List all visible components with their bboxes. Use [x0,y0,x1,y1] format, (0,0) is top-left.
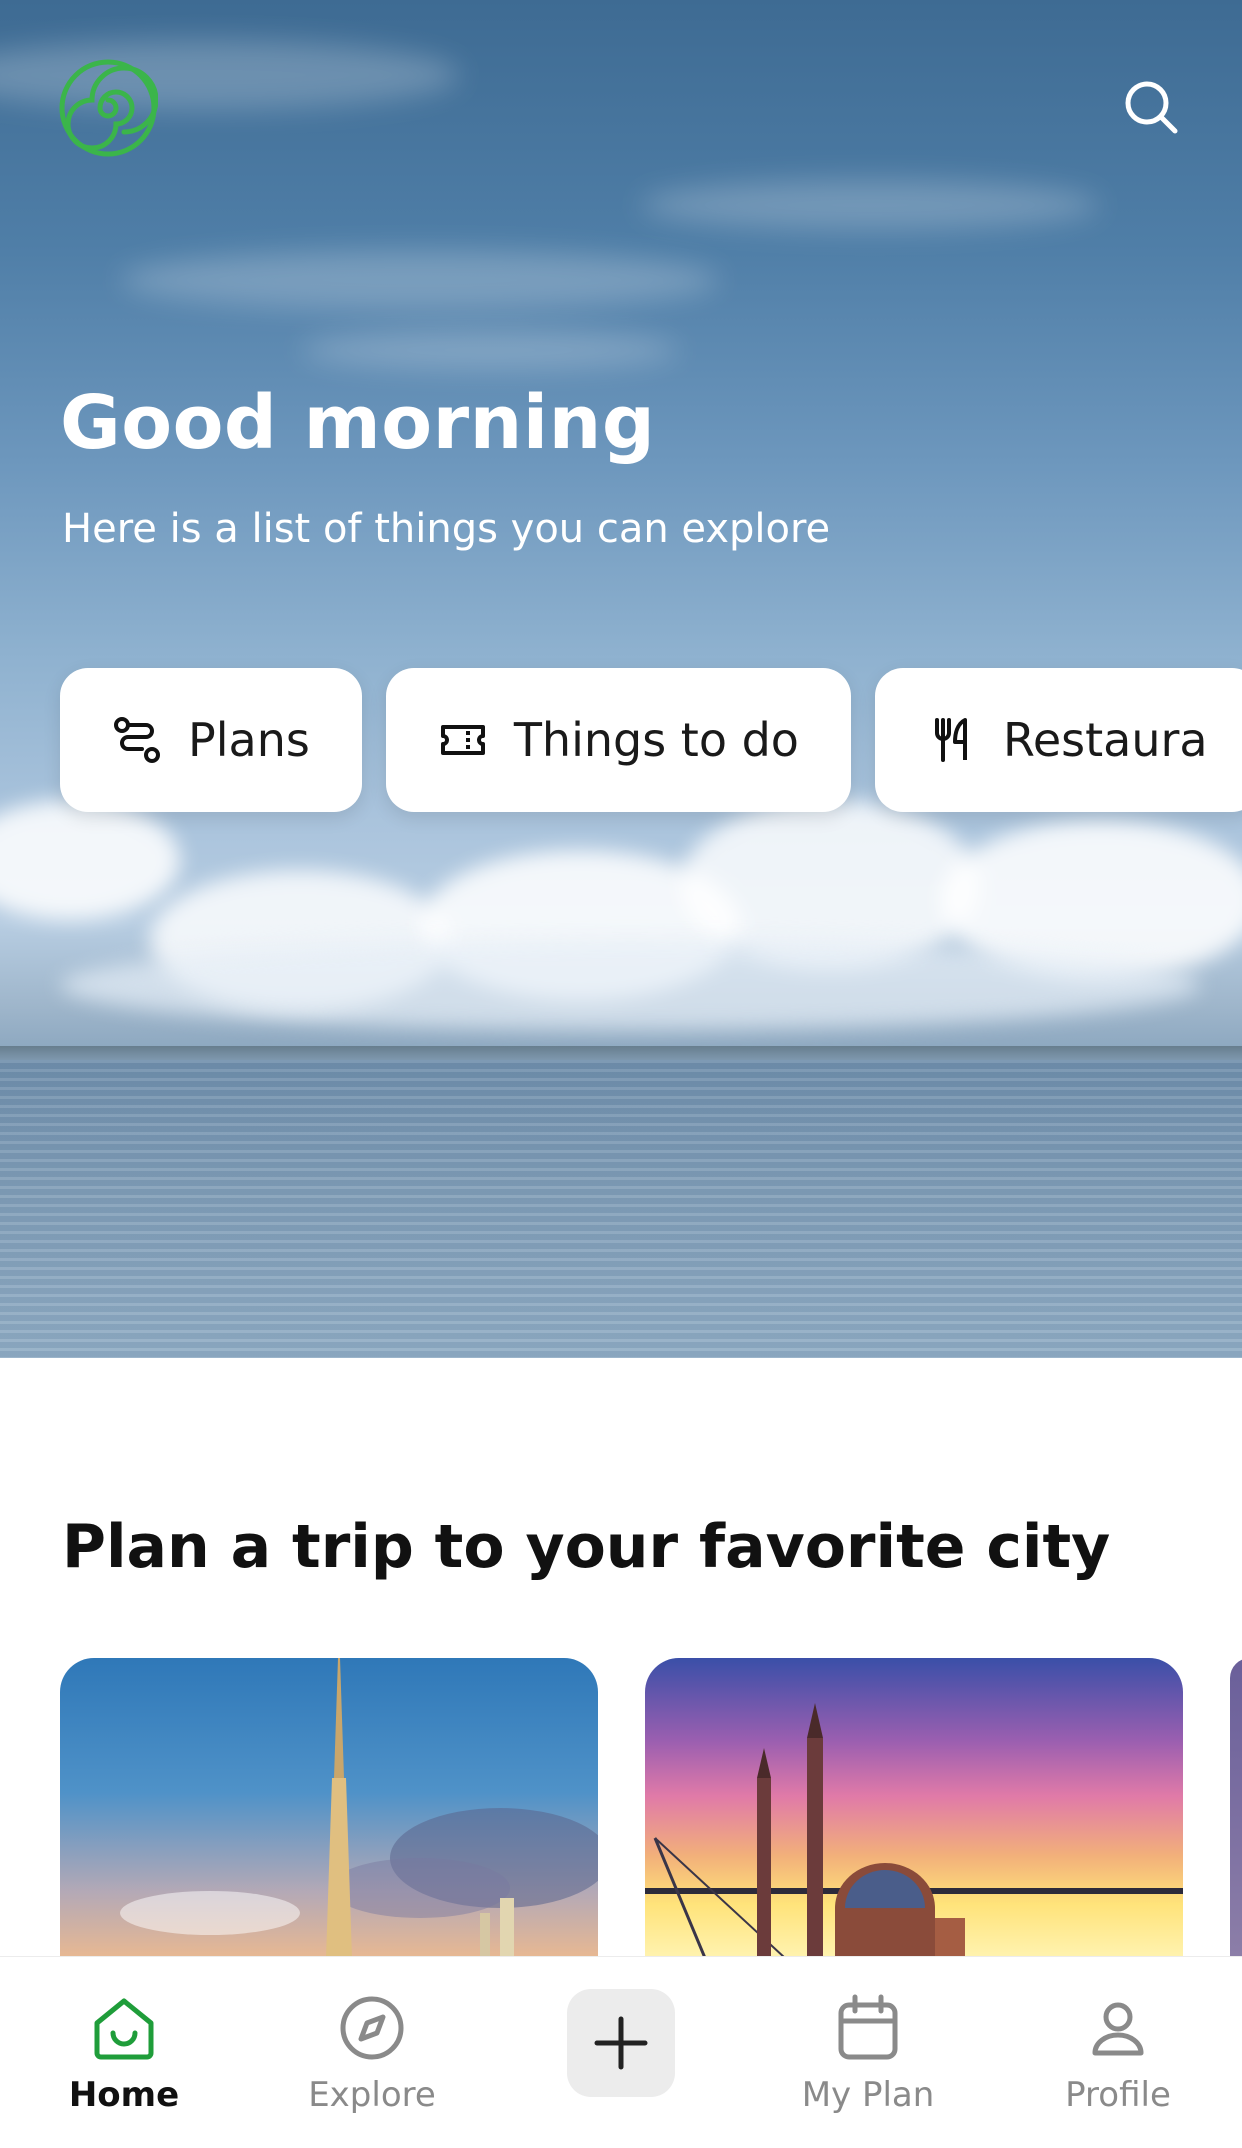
chip-label: Plans [188,713,310,767]
ticket-icon [440,725,485,755]
greeting-subtitle: Here is a list of things you can explore [62,506,831,552]
nav-my-plan[interactable]: My Plan [768,1993,968,2115]
compass-icon [340,1996,404,2060]
add-button[interactable] [567,1989,675,2097]
nav-label: My Plan [801,2075,935,2115]
chip-things-to-do[interactable]: Things to do [385,668,851,812]
nav-label: Explore [308,2075,436,2115]
search-icon[interactable] [1122,78,1180,136]
category-chips: Plans Things to do Restaura [60,668,1242,812]
calendar-icon [838,1994,898,2060]
section-title: Plan a trip to your favorite city [62,1512,1111,1582]
nav-profile[interactable]: Profile [1018,1993,1218,2115]
plus-icon [594,2016,648,2070]
city-card-dubai[interactable] [60,1658,598,1958]
nav-label: Profile [1065,2075,1171,2115]
chip-label: Restaura [1002,713,1208,767]
nav-label: Home [68,2075,180,2115]
greeting-title: Good morning [60,380,656,466]
city-card-istanbul[interactable] [645,1658,1183,1958]
nav-explore[interactable]: Explore [272,1993,472,2115]
home-icon [94,1998,154,2060]
fork-knife-icon [934,718,967,762]
nav-home[interactable]: Home [24,1993,224,2115]
istanbul-mosque-sunset-photo [645,1703,1183,1958]
chip-plans[interactable]: Plans [60,668,362,812]
city-card-partial[interactable] [1230,1658,1242,1958]
person-icon [1092,2002,1144,2056]
chip-label: Things to do [513,713,799,767]
route-icon [114,717,160,763]
spiral-logo-icon[interactable] [58,58,158,158]
bottom-nav: Home Explore My Plan Profile [0,1956,1242,2148]
hero-banner: Good morning Here is a list of things yo… [0,0,1242,1358]
dubai-skyline-photo [120,1658,598,1958]
chip-restaurants[interactable]: Restaura [874,668,1242,812]
